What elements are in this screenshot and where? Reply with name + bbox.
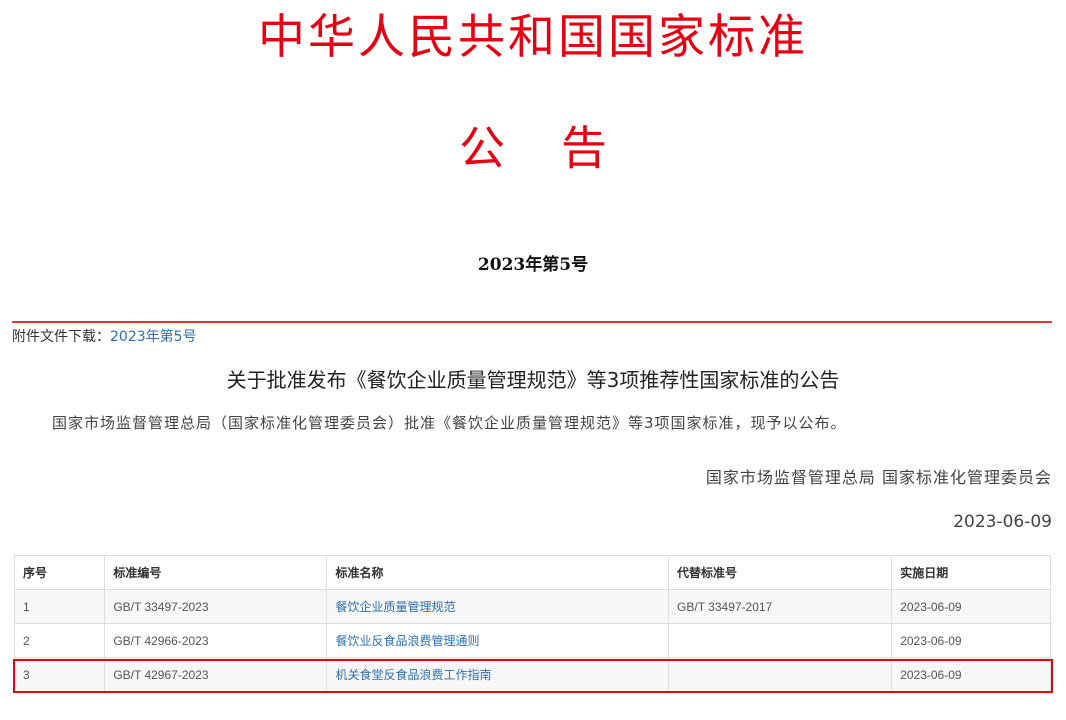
- announcement-signer: 国家市场监督管理总局 国家标准化管理委员会: [706, 464, 1052, 488]
- red-divider: [12, 321, 1052, 323]
- announcement-date: 2023-06-09: [953, 512, 1052, 532]
- row-date: 2023-06-09: [892, 624, 1051, 658]
- standard-name-link[interactable]: 餐饮企业质量管理规范: [335, 600, 455, 614]
- attachment-label: 附件文件下载：: [12, 329, 110, 345]
- row-code: GB/T 33497-2023: [105, 590, 327, 624]
- attachment-row: 附件文件下载：2023年第5号: [12, 326, 197, 346]
- header-code: 标准编号: [105, 556, 327, 590]
- row-no: 3: [15, 658, 105, 692]
- notice-char-2: 告: [561, 121, 607, 175]
- row-name-cell: 餐饮企业质量管理规范: [327, 590, 669, 624]
- notice-char-1: 公: [459, 121, 505, 175]
- issue-number: 2023年第5号: [0, 250, 1066, 275]
- table-row: 1 GB/T 33497-2023 餐饮企业质量管理规范 GB/T 33497-…: [15, 590, 1051, 624]
- standard-name-link[interactable]: 餐饮业反食品浪费管理通则: [335, 634, 479, 648]
- header-no: 序号: [15, 556, 105, 590]
- header-replaces: 代替标准号: [669, 556, 892, 590]
- notice-heading: 公告: [0, 118, 1066, 178]
- row-replaces: GB/T 33497-2017: [669, 590, 892, 624]
- announcement-title: 关于批准发布《餐饮企业质量管理规范》等3项推荐性国家标准的公告: [0, 364, 1066, 393]
- table-row: 2 GB/T 42966-2023 餐饮业反食品浪费管理通则 2023-06-0…: [15, 624, 1051, 658]
- table-row: 3 GB/T 42967-2023 机关食堂反食品浪费工作指南 2023-06-…: [15, 658, 1051, 692]
- row-code: GB/T 42966-2023: [105, 624, 327, 658]
- row-no: 1: [15, 590, 105, 624]
- header-name: 标准名称: [327, 556, 669, 590]
- row-code: GB/T 42967-2023: [105, 658, 327, 692]
- row-date: 2023-06-09: [892, 658, 1051, 692]
- row-replaces: [669, 658, 892, 692]
- announcement-body: 国家市场监督管理总局（国家标准化管理委员会）批准《餐饮企业质量管理规范》等3项国…: [52, 412, 1052, 433]
- standards-table: 序号 标准编号 标准名称 代替标准号 实施日期 1 GB/T 33497-202…: [14, 555, 1051, 692]
- table-header-row: 序号 标准编号 标准名称 代替标准号 实施日期: [15, 556, 1051, 590]
- attachment-download-link[interactable]: 2023年第5号: [110, 329, 197, 345]
- standard-name-link[interactable]: 机关食堂反食品浪费工作指南: [335, 668, 491, 682]
- row-date: 2023-06-09: [892, 590, 1051, 624]
- row-no: 2: [15, 624, 105, 658]
- row-replaces: [669, 624, 892, 658]
- standard-headline: 中华人民共和国国家标准: [0, 8, 1066, 68]
- header-date: 实施日期: [892, 556, 1051, 590]
- row-name-cell: 餐饮业反食品浪费管理通则: [327, 624, 669, 658]
- row-name-cell: 机关食堂反食品浪费工作指南: [327, 658, 669, 692]
